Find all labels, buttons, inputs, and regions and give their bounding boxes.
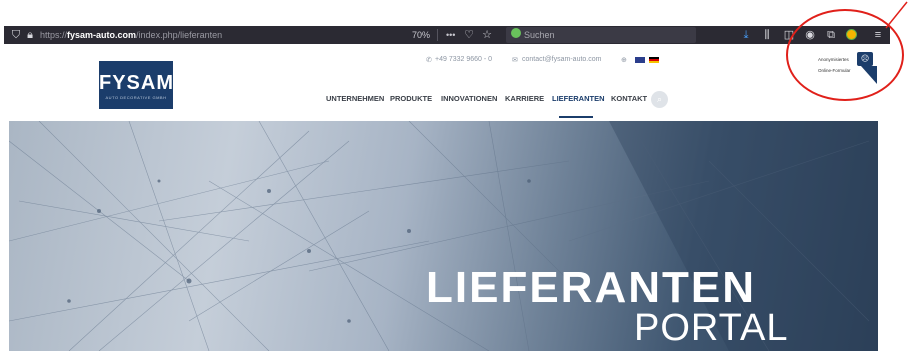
bookmark-star-icon[interactable]: ☆ bbox=[481, 26, 493, 44]
nav-karriere[interactable]: KARRIERE bbox=[505, 94, 544, 103]
annotation-arrow bbox=[885, 1, 908, 29]
nav-unternehmen[interactable]: UNTERNEHMEN bbox=[326, 94, 384, 103]
page-actions-icon[interactable]: ••• bbox=[446, 26, 455, 44]
phone-number[interactable]: +49 7332 9660 - 0 bbox=[435, 56, 492, 63]
email-icon: ✉ bbox=[512, 57, 518, 64]
search-input[interactable]: Suchen bbox=[506, 27, 696, 43]
toolbar-divider bbox=[437, 29, 438, 41]
email-address[interactable]: contact@fysam-auto.com bbox=[522, 56, 601, 63]
hero-title-line1: LIEFERANTEN bbox=[426, 263, 756, 312]
widget-label-line2[interactable]: Online-Formular bbox=[818, 68, 851, 73]
download-icon[interactable]: ⤓ bbox=[739, 26, 753, 44]
nav-active-indicator bbox=[559, 116, 593, 118]
flag-uk-icon[interactable] bbox=[635, 57, 645, 63]
flag-de-icon[interactable] bbox=[649, 57, 659, 63]
zoom-level[interactable]: 70% bbox=[412, 26, 430, 44]
site-search-button[interactable]: ⌕ bbox=[651, 91, 668, 108]
widget-corner bbox=[861, 66, 877, 84]
url-path: /index.php/lieferanten bbox=[136, 30, 223, 40]
logo-brand: FYSAM bbox=[99, 72, 174, 94]
phone-icon: ✆ bbox=[426, 57, 432, 64]
widget-label-line1[interactable]: Anonymisiertes bbox=[818, 57, 849, 62]
lock-icon[interactable]: 🔒︎ bbox=[24, 26, 36, 44]
library-icon[interactable]: ⫼ bbox=[760, 26, 774, 44]
logo-tagline: AUTO DECORATIVE GMBH bbox=[105, 95, 167, 100]
hero-title-line2: PORTAL bbox=[634, 307, 789, 349]
nav-produkte[interactable]: PRODUKTE bbox=[390, 94, 432, 103]
nav-kontakt[interactable]: KONTAKT bbox=[611, 94, 647, 103]
url-prefix: https:// bbox=[40, 30, 68, 40]
shield-icon[interactable]: ⛉ bbox=[10, 26, 22, 44]
url-domain: fysam-auto.com bbox=[67, 30, 137, 40]
site-logo[interactable]: FYSAM AUTO DECORATIVE GMBH bbox=[99, 61, 173, 109]
address-bar[interactable]: https://fysam-auto.com/index.php/liefera… bbox=[40, 26, 222, 44]
pocket-icon[interactable]: ♡ bbox=[463, 26, 475, 44]
nav-lieferanten[interactable]: LIEFERANTEN bbox=[552, 94, 605, 103]
nav-innovationen[interactable]: INNOVATIONEN bbox=[441, 94, 497, 103]
globe-icon[interactable]: ⊕ bbox=[621, 56, 627, 64]
search-engine-icon bbox=[511, 28, 521, 38]
search-placeholder: Suchen bbox=[524, 30, 555, 40]
chat-bubble-icon[interactable]: ☹ bbox=[857, 52, 873, 66]
